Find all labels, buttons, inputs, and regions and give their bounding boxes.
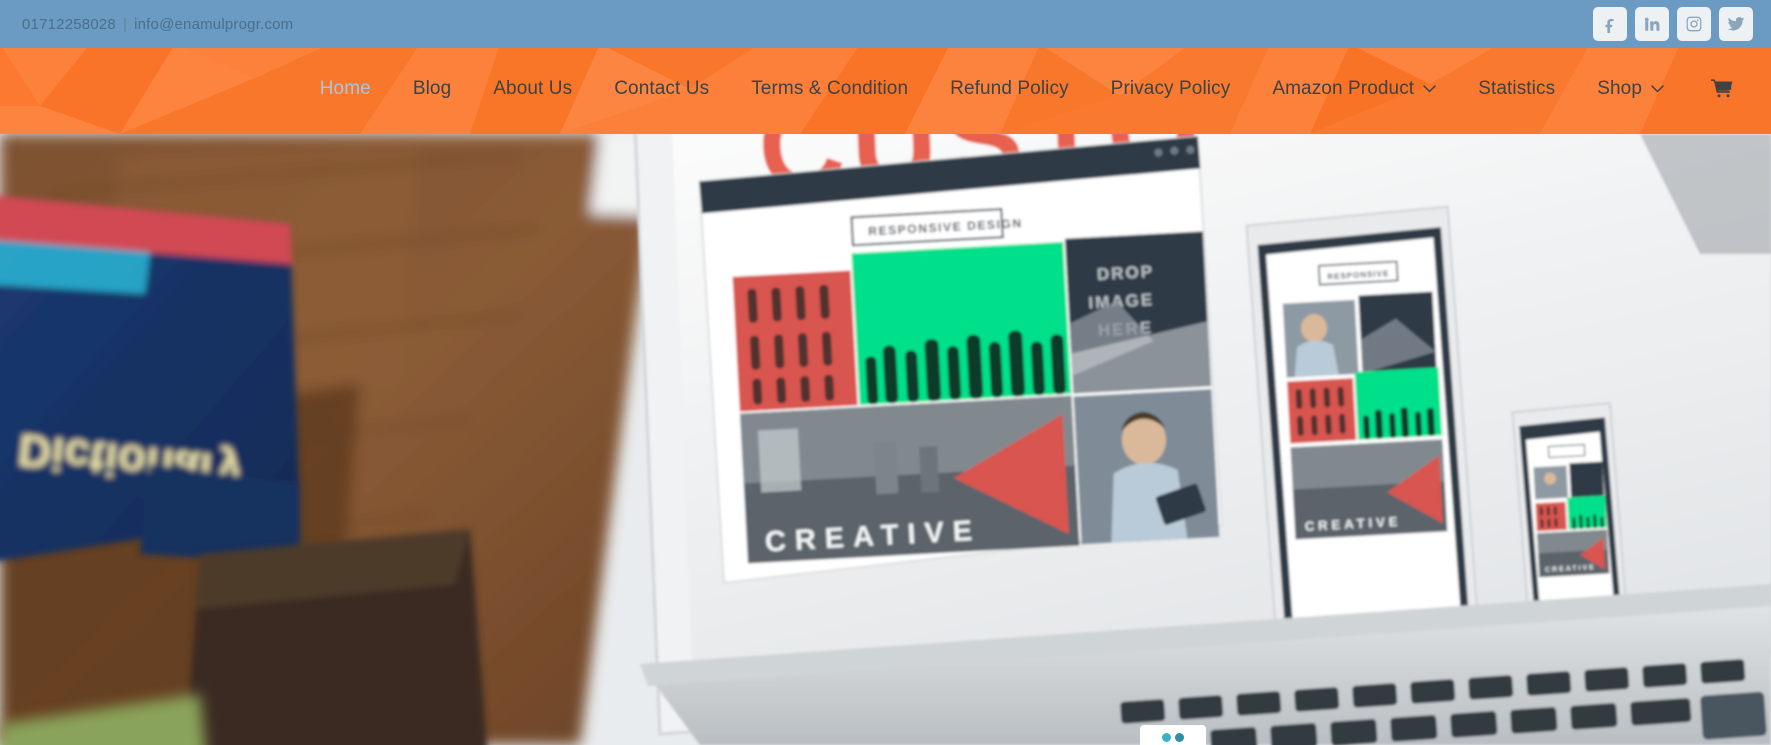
nav-item-amazon-product[interactable]: Amazon Product (1251, 78, 1457, 100)
facebook-icon[interactable] (1593, 7, 1627, 41)
nav-label: Home (319, 78, 371, 99)
email-address[interactable]: info@enamulprogr.com (134, 16, 293, 33)
nav-label: Statistics (1478, 78, 1556, 99)
shopping-cart-icon[interactable] (1685, 79, 1747, 99)
nav-menu: Home Blog About Us Contact Us Terms & Co… (299, 78, 1747, 100)
nav-label: Contact Us (614, 78, 710, 99)
nav-label: Blog (412, 78, 452, 99)
page-root: 01712258028 | info@enamulprogr.com Home … (0, 0, 1771, 745)
nav-inner: Home Blog About Us Contact Us Terms & Co… (0, 44, 1771, 134)
chat-dot-secondary (1175, 732, 1184, 742)
nav-item-contact-us[interactable]: Contact Us (593, 78, 730, 100)
chat-dot-primary (1162, 732, 1171, 742)
chevron-down-icon (1423, 85, 1436, 93)
social-links (1593, 7, 1753, 41)
linkedin-icon[interactable] (1635, 7, 1669, 41)
nav-item-terms-and-condition[interactable]: Terms & Condition (730, 78, 929, 100)
nav-item-statistics[interactable]: Statistics (1457, 78, 1576, 100)
main-navigation-bar: Home Blog About Us Contact Us Terms & Co… (0, 44, 1771, 134)
nav-item-shop[interactable]: Shop (1576, 78, 1685, 100)
phone-number[interactable]: 01712258028 (22, 16, 116, 33)
hero-photograph: Dictionary RESPONSIVE DESIGN DROP IMAGE … (0, 134, 1771, 745)
top-utility-bar: 01712258028 | info@enamulprogr.com (0, 0, 1771, 48)
twitter-icon[interactable] (1719, 7, 1753, 41)
nav-item-blog[interactable]: Blog (392, 78, 472, 100)
svg-text:DROP: DROP (1096, 262, 1154, 284)
chevron-down-icon (1651, 85, 1664, 93)
nav-item-privacy-policy[interactable]: Privacy Policy (1090, 78, 1252, 100)
nav-item-about-us[interactable]: About Us (472, 78, 593, 100)
instagram-icon[interactable] (1677, 7, 1711, 41)
nav-item-refund-policy[interactable]: Refund Policy (929, 78, 1090, 100)
nav-label: Privacy Policy (1110, 78, 1231, 99)
nav-label: Amazon Product (1272, 78, 1415, 99)
nav-label: Refund Policy (950, 78, 1069, 99)
nav-label: Shop (1597, 78, 1642, 99)
contact-separator: | (122, 15, 128, 33)
chat-widget-icon[interactable] (1140, 725, 1206, 745)
nav-item-home[interactable]: Home (299, 78, 392, 100)
hero-image: Dictionary RESPONSIVE DESIGN DROP IMAGE … (0, 134, 1771, 745)
contact-info: 01712258028 | info@enamulprogr.com (22, 16, 293, 33)
nav-label: About Us (493, 78, 573, 99)
nav-label: Terms & Condition (751, 78, 909, 99)
